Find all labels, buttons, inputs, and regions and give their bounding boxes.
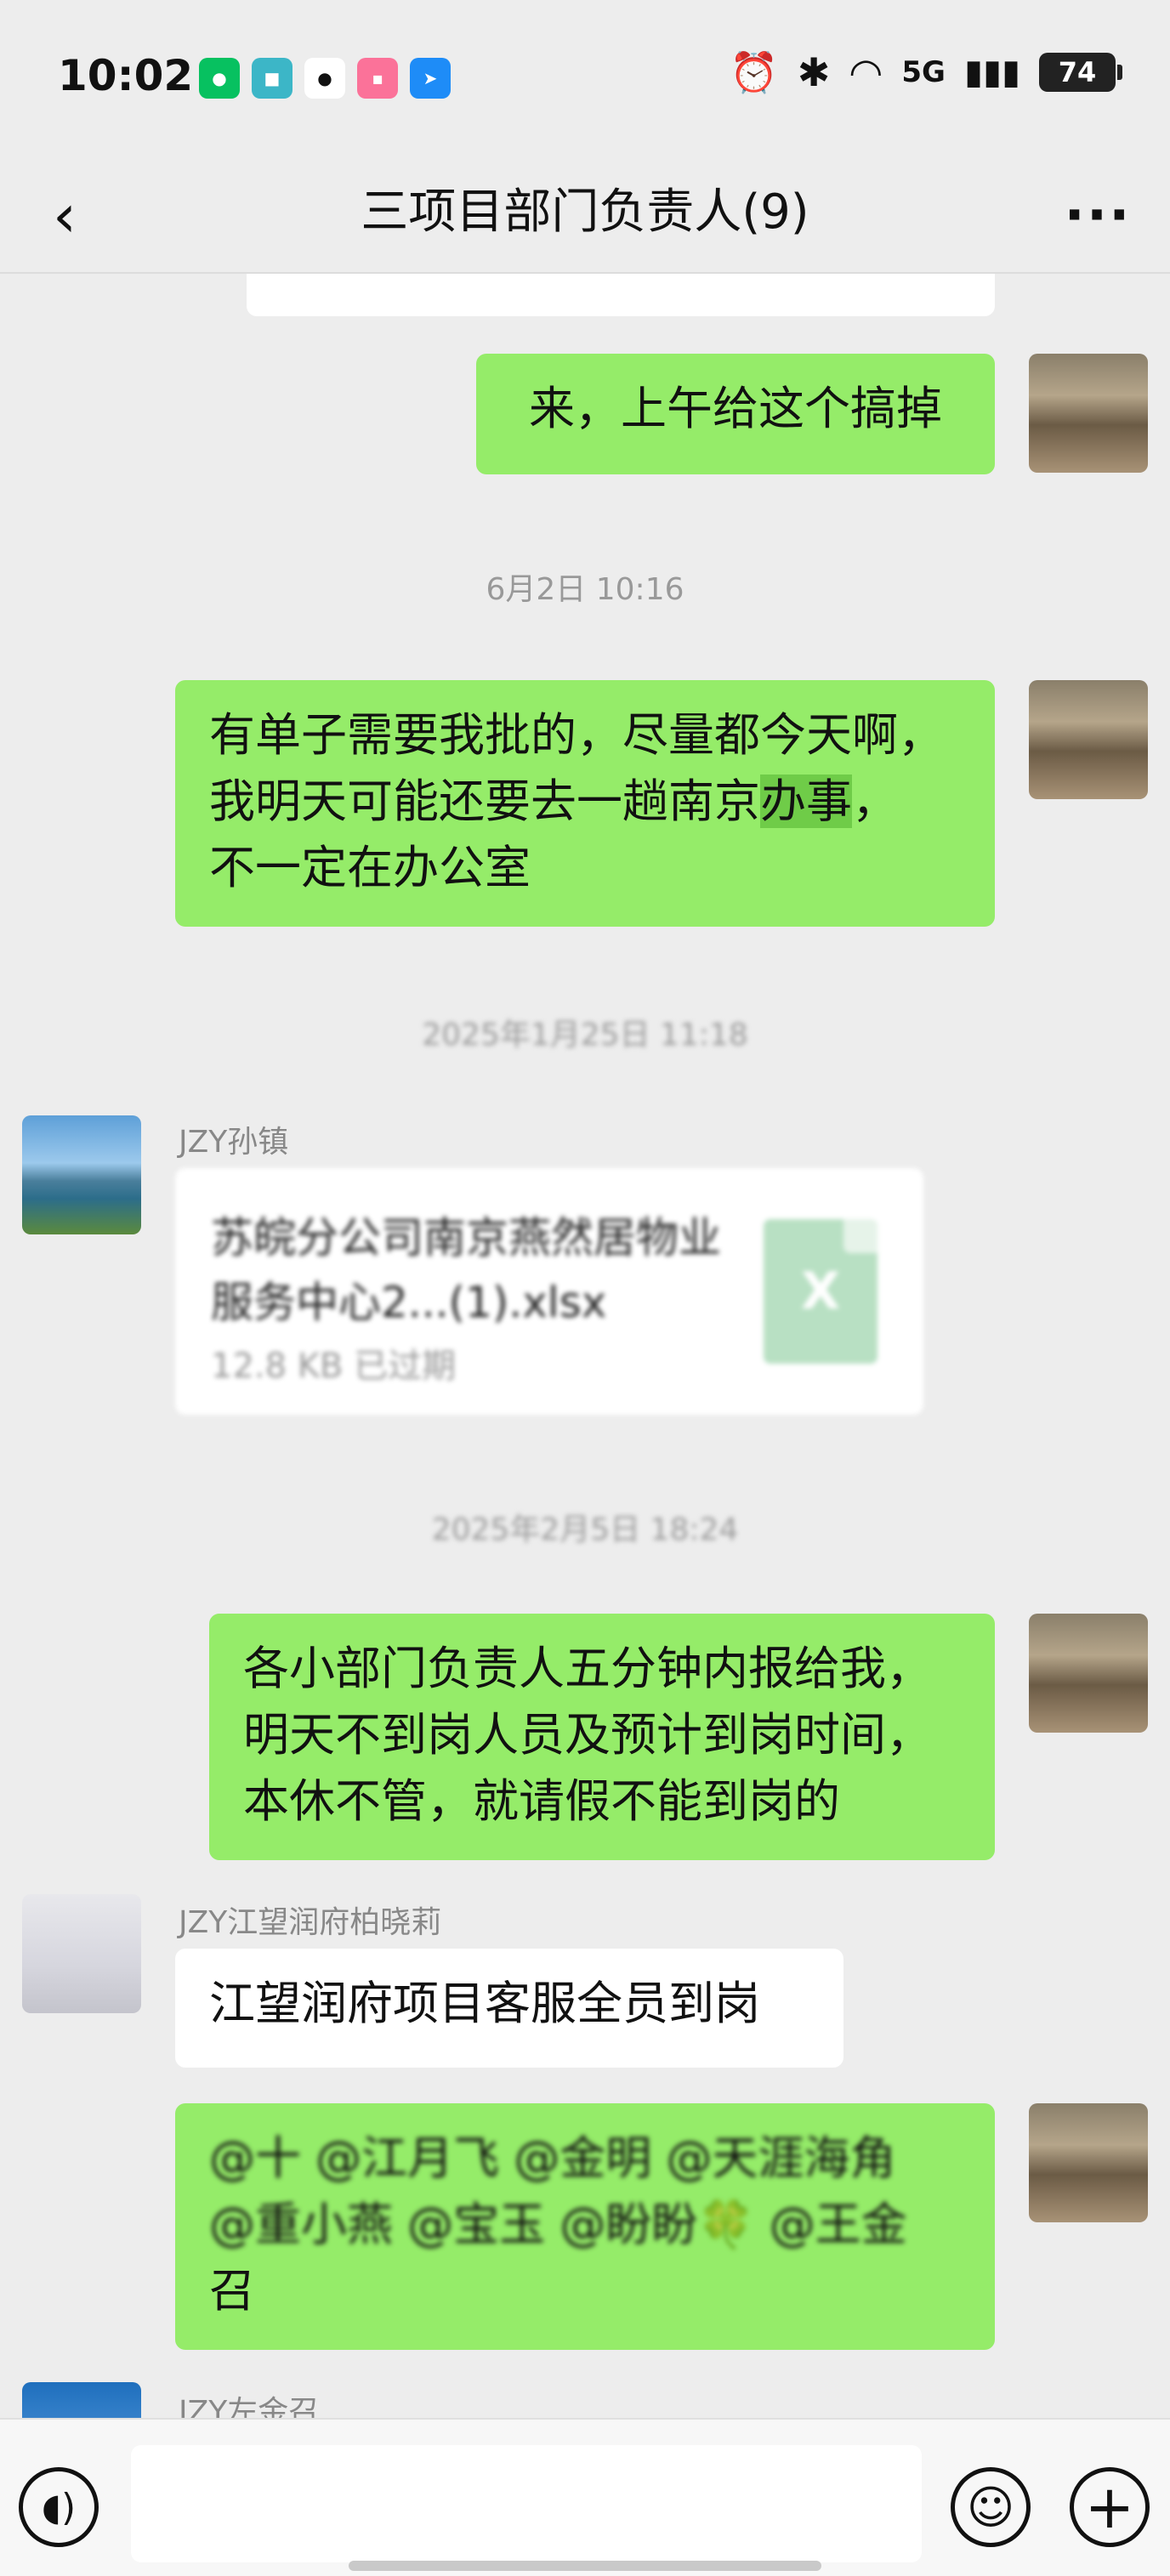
message-bubble[interactable]: @十 @江月飞 @金明 @天涯海角 @重小燕 @宝玉 @盼盼🍀 @王金 召 xyxy=(175,2103,995,2350)
network-label: 5G xyxy=(901,55,946,89)
smiley-icon: ☺ xyxy=(966,2480,1015,2534)
my-avatar[interactable] xyxy=(1029,680,1148,799)
message-input[interactable] xyxy=(131,2445,922,2562)
message-text: 召 xyxy=(209,2264,255,2318)
message-bubble[interactable]: 各小部门负责人五分钟内报给我， 明天不到岗人员及预计到岗时间， 本休不管，就请假… xyxy=(209,1614,995,1860)
timestamp: 2025年2月5日 18:24 xyxy=(431,1512,739,1547)
more-icon: ··· xyxy=(1064,184,1132,247)
message-text: @十 @江月飞 @金明 @天涯海角 xyxy=(209,2131,896,2185)
wifi-icon: ◠ xyxy=(849,49,883,95)
highlighted-text: 办事 xyxy=(760,775,852,828)
message-text: 各小部门负责人五分钟内报给我， xyxy=(243,1642,932,1695)
my-avatar[interactable] xyxy=(1029,354,1148,473)
message-bubble[interactable]: 来，上午给这个搞掉 xyxy=(476,354,995,474)
chat-title: 三项目部门负责人(9) xyxy=(361,184,809,240)
voice-input-button[interactable]: ◖) xyxy=(19,2467,99,2547)
status-bar: 10:02 ● ■ ● ▪ ➤ ⏰ ✱ ◠ 5G ▮▮▮ 74 xyxy=(0,0,1170,153)
chat-header: ‹ 三项目部门负责人(9) ··· xyxy=(0,153,1170,274)
app2-icon: ■ xyxy=(252,58,292,99)
contact-avatar[interactable] xyxy=(22,1894,141,2013)
bluetooth-icon: ✱ xyxy=(797,49,831,95)
contact-avatar[interactable] xyxy=(22,1115,141,1234)
file-message-card[interactable]: 苏皖分公司南京燕然居物业服务中心2...(1).xlsx 12.8 KB 已过期… xyxy=(175,1168,923,1415)
file-name: 苏皖分公司南京燕然居物业服务中心2...(1).xlsx xyxy=(211,1213,721,1327)
plus-icon: + xyxy=(1084,2472,1135,2542)
my-avatar[interactable] xyxy=(1029,1614,1148,1733)
voice-icon: ◖) xyxy=(41,2485,77,2529)
file-meta: 12.8 KB 已过期 xyxy=(211,1347,457,1386)
message-list[interactable]: 来，上午给这个搞掉 6月2日 10:16 有单子需要我批的，尽量都今天啊， 我明… xyxy=(0,274,1170,2418)
message-text: 我明天可能还要去一趟南京 xyxy=(209,775,760,828)
signal-icon: ▮▮▮ xyxy=(963,53,1020,92)
emoji-button[interactable]: ☺ xyxy=(951,2467,1031,2547)
sender-name: JZY江望润府柏晓莉 xyxy=(179,1905,442,1940)
timestamp: 2025年1月25日 11:18 xyxy=(422,1018,748,1053)
message-text: 来，上午给这个搞掉 xyxy=(529,382,942,435)
notification-icons: ● ■ ● ▪ ➤ xyxy=(199,58,451,99)
dingtalk-icon: ➤ xyxy=(410,58,451,99)
message-text: @重小燕 @宝玉 @盼盼🍀 @王金 xyxy=(209,2198,907,2251)
sender-name: JZY左金召 xyxy=(179,2395,320,2418)
clock: 10:02 xyxy=(58,51,194,100)
bilibili-icon: ▪ xyxy=(357,58,398,99)
message-text: 不一定在办公室 xyxy=(209,841,531,894)
system-icons: ⏰ ✱ ◠ 5G ▮▮▮ 74 xyxy=(730,49,1122,95)
input-bar: ◖) ☺ + xyxy=(0,2418,1170,2576)
alarm-icon: ⏰ xyxy=(730,49,779,95)
excel-file-icon: X xyxy=(764,1219,878,1364)
wechat-icon: ● xyxy=(199,58,240,99)
my-avatar[interactable] xyxy=(1029,2103,1148,2222)
message-text: 江望润府项目客服全员到岗 xyxy=(209,1977,760,2030)
qq-icon: ● xyxy=(304,58,345,99)
message-text: 本休不管，就请假不能到岗的 xyxy=(243,1774,840,1828)
battery-indicator: 74 xyxy=(1039,53,1122,92)
message-bubble[interactable] xyxy=(247,274,995,316)
more-actions-button[interactable]: + xyxy=(1070,2467,1150,2547)
message-text: ， xyxy=(852,775,898,828)
file-ext-label: X xyxy=(800,1262,841,1321)
timestamp: 6月2日 10:16 xyxy=(486,572,684,607)
more-options-button[interactable]: ··· xyxy=(1059,182,1136,250)
message-bubble[interactable]: 有单子需要我批的，尽量都今天啊， 我明天可能还要去一趟南京办事， 不一定在办公室 xyxy=(175,680,995,927)
message-bubble[interactable]: 江望润府项目客服全员到岗 xyxy=(175,1949,843,2068)
message-text: 明天不到岗人员及预计到岗时间， xyxy=(243,1708,932,1762)
message-text: 有单子需要我批的，尽量都今天啊， xyxy=(209,708,944,762)
home-indicator xyxy=(349,2561,821,2571)
sender-name: JZY孙镇 xyxy=(179,1125,289,1160)
contact-avatar[interactable] xyxy=(22,2382,141,2418)
